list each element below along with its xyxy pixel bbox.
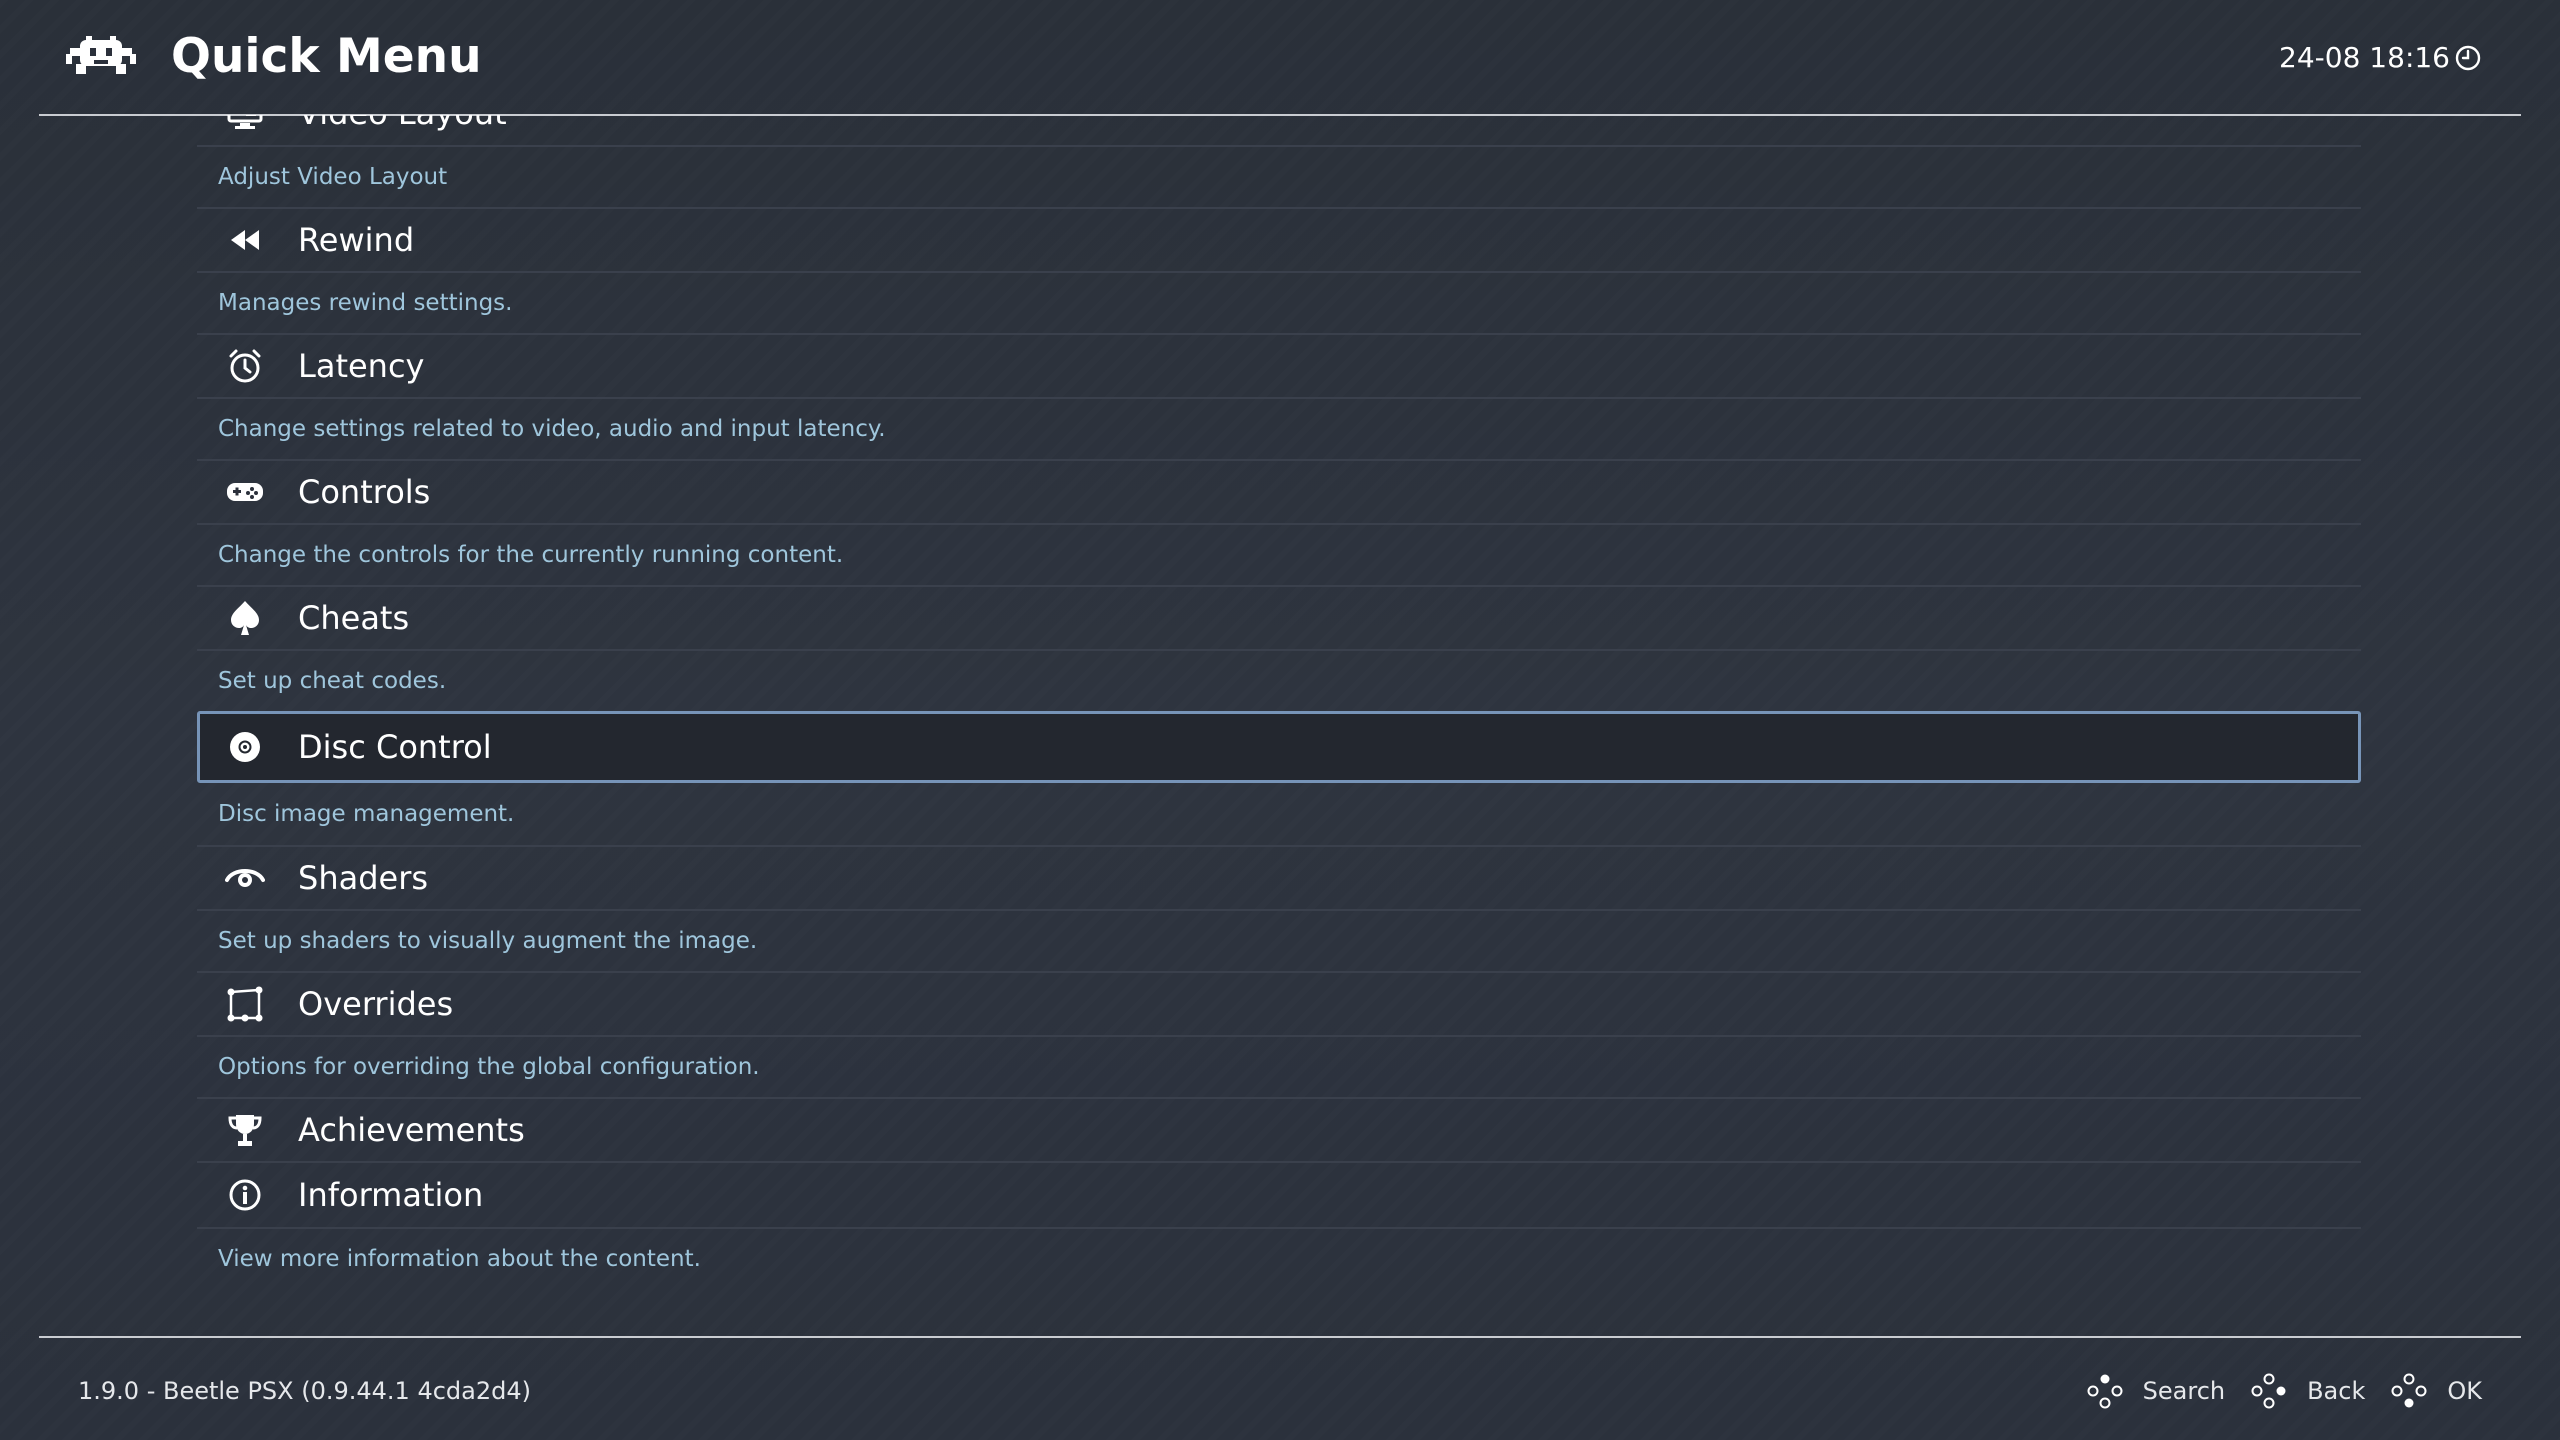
core-version-text: 1.9.0 - Beetle PSX (0.9.44.1 4cda2d4) (78, 1377, 531, 1405)
menu-item-description: View more information about the content. (197, 1227, 2361, 1289)
menu-item-label: Cheats (298, 599, 410, 637)
search-hint[interactable]: Search (2087, 1373, 2225, 1409)
menu-item-rewind[interactable]: Rewind (197, 207, 2361, 271)
menu-entry-overrides: Overrides Options for overriding the glo… (197, 971, 2361, 1097)
menu-item-achievements[interactable]: Achievements (197, 1097, 2361, 1161)
menu-item-description: Set up cheat codes. (197, 649, 2361, 711)
button-hints: Search Back OK (2061, 1370, 2482, 1412)
gamepad-icon (225, 472, 265, 512)
menu-entry-video-layout: Video Layout Adjust Video Layout (197, 115, 2361, 207)
menu-item-label: Controls (298, 473, 431, 511)
menu-item-description: Manages rewind settings. (197, 271, 2361, 333)
menu-entry-shaders: Shaders Set up shaders to visually augme… (197, 845, 2361, 971)
overrides-icon (225, 984, 265, 1024)
menu-entry-rewind: Rewind Manages rewind settings. (197, 207, 2361, 333)
menu-item-label: Overrides (298, 985, 454, 1023)
menu-item-label: Disc Control (298, 728, 492, 766)
search-hint-label: Search (2142, 1377, 2226, 1405)
spade-icon (225, 598, 265, 638)
menu-item-label: Rewind (298, 221, 415, 259)
menu-item-latency[interactable]: Latency (197, 333, 2361, 397)
gamepad-buttons-search-icon (2087, 1374, 2123, 1409)
menu-item-description: Adjust Video Layout (197, 145, 2361, 207)
menu-item-label: Shaders (298, 859, 429, 897)
menu-entry-information: Information View more information about … (197, 1161, 2361, 1289)
info-icon (225, 1175, 265, 1215)
clock: 24-08 18:16 (2279, 38, 2482, 78)
menu-item-video-layout[interactable]: Video Layout (197, 115, 2361, 145)
ok-hint-label: OK (2447, 1377, 2482, 1405)
menu-item-controls[interactable]: Controls (197, 459, 2361, 523)
eye-icon (225, 858, 265, 898)
menu-item-description: Options for overriding the global config… (197, 1035, 2361, 1097)
clock-icon (2455, 45, 2481, 71)
back-hint[interactable]: Back (2251, 1373, 2365, 1409)
disc-icon (225, 727, 265, 767)
menu-item-label: Video Layout (298, 115, 507, 133)
menu-item-description: Change settings related to video, audio … (197, 397, 2361, 459)
retroarch-window: Quick Menu 24-08 18:16 Adjust Video Layo… (0, 0, 2560, 1440)
menu-entry-disc-control: Disc Control Disc image management. (197, 711, 2361, 845)
menu-list[interactable]: Video Layout Adjust Video Layout Rewind … (197, 115, 2361, 1335)
page-title: Quick Menu (171, 29, 482, 84)
trophy-icon (225, 1110, 265, 1150)
menu-item-description: Change the controls for the currently ru… (197, 523, 2361, 585)
menu-entry-achievements: Achievements (197, 1097, 2361, 1161)
monitor-icon (225, 115, 265, 133)
back-hint-label: Back (2307, 1377, 2366, 1405)
rewind-icon (225, 220, 265, 260)
menu-item-cheats[interactable]: Cheats (197, 585, 2361, 649)
menu-item-overrides[interactable]: Overrides (197, 971, 2361, 1035)
menu-entry-controls: Controls Change the controls for the cur… (197, 459, 2361, 585)
gamepad-buttons-ok-icon (2391, 1373, 2427, 1408)
gamepad-buttons-back-icon (2251, 1373, 2286, 1409)
menu-item-label: Achievements (298, 1111, 525, 1149)
menu-entry-cheats: Cheats Set up cheat codes. (197, 585, 2361, 711)
ok-hint[interactable]: OK (2391, 1373, 2482, 1409)
menu-entry-latency: Latency Change settings related to video… (197, 333, 2361, 459)
menu-item-description: Disc image management. (218, 801, 515, 827)
menu-item-information[interactable]: Information (197, 1161, 2361, 1227)
menu-item-label: Latency (298, 347, 425, 385)
clock-text: 24-08 18:16 (2279, 41, 2450, 74)
stopwatch-icon (225, 346, 265, 386)
menu-item-label: Information (298, 1176, 484, 1214)
header-bar: Quick Menu 24-08 18:16 (0, 0, 2560, 114)
menu-item-description: Set up shaders to visually augment the i… (197, 909, 2361, 971)
retroarch-logo-icon (66, 36, 136, 74)
menu-item-shaders[interactable]: Shaders (197, 845, 2361, 909)
menu-item-disc-control[interactable]: Disc Control (197, 711, 2361, 783)
footer-bar: 1.9.0 - Beetle PSX (0.9.44.1 4cda2d4) Se… (0, 1338, 2560, 1440)
